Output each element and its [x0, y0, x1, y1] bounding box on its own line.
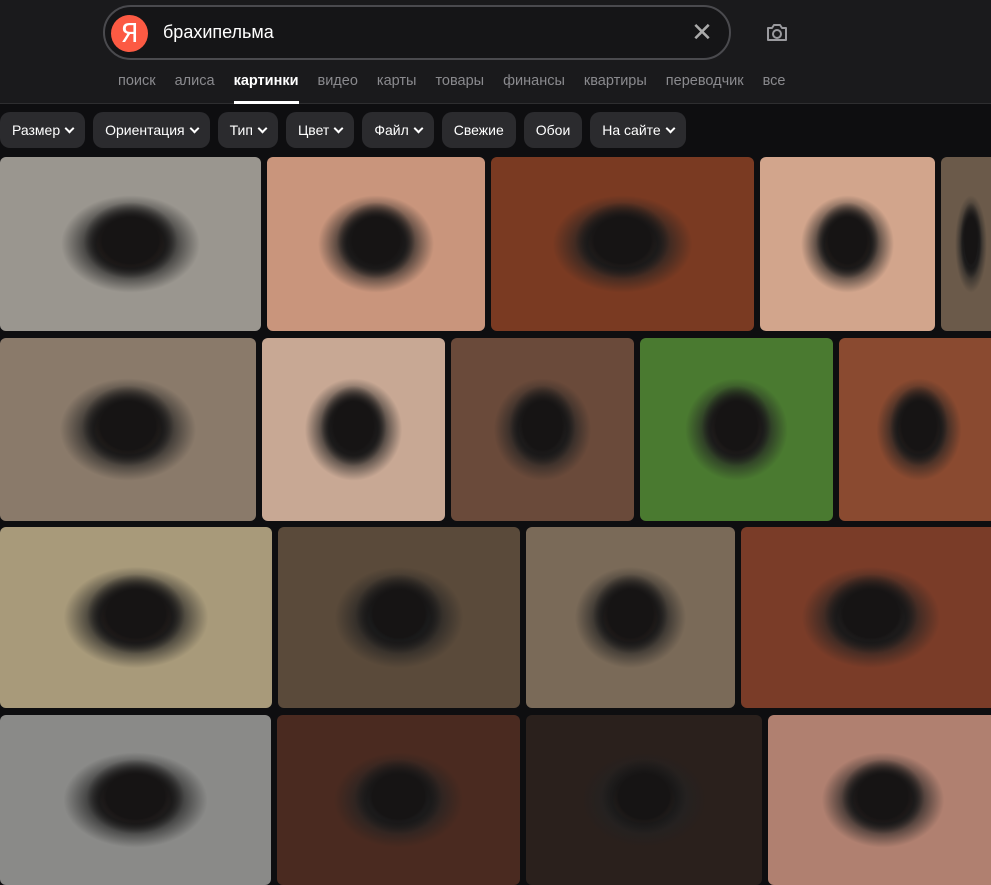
search-input[interactable]: брахипельма	[163, 22, 274, 43]
image-result[interactable]	[0, 527, 272, 708]
tab-5[interactable]: товары	[435, 73, 484, 89]
filter-label: Тип	[229, 122, 253, 138]
image-result[interactable]	[760, 157, 935, 331]
image-result[interactable]	[640, 338, 833, 521]
close-icon[interactable]: ✕	[689, 19, 715, 45]
filter-label: Цвет	[297, 122, 330, 138]
image-result[interactable]	[941, 157, 991, 331]
filter-chip[interactable]: Свежие	[441, 112, 516, 148]
tab-7[interactable]: квартиры	[584, 73, 647, 89]
filter-label: Обои	[535, 122, 571, 138]
tab-1[interactable]: алиса	[175, 73, 215, 89]
filter-chip[interactable]: Файл	[362, 112, 434, 148]
filter-label: Файл	[374, 122, 409, 138]
tab-8[interactable]: переводчик	[666, 73, 744, 89]
chevron-down-icon	[257, 123, 268, 133]
camera-icon[interactable]	[762, 18, 792, 48]
filter-bar: Размер Ориентация Тип Цвет Файл Свежие Обои На …	[0, 112, 686, 148]
chevron-down-icon	[64, 123, 75, 133]
filter-chip[interactable]: Обои	[523, 112, 583, 148]
yandex-logo[interactable]: Я	[111, 15, 148, 52]
chevron-down-icon	[413, 123, 424, 133]
filter-chip[interactable]: Тип	[217, 112, 278, 148]
image-result[interactable]	[526, 527, 735, 708]
image-result[interactable]	[768, 715, 991, 885]
header: Я брахипельма ✕ поиск алиса картинки видео к…	[0, 0, 991, 104]
tab-4[interactable]: карты	[377, 73, 417, 89]
tab-0[interactable]: поиск	[118, 73, 156, 89]
chevron-down-icon	[665, 123, 676, 133]
search-bar[interactable]: Я брахипельма ✕	[103, 5, 731, 60]
filter-label: Свежие	[453, 122, 504, 138]
filter-chip[interactable]: Цвет	[285, 112, 355, 148]
filter-chip[interactable]: Ориентация	[93, 112, 210, 148]
chevron-down-icon	[333, 123, 344, 133]
image-result[interactable]	[451, 338, 634, 521]
filter-chip[interactable]: На сайте	[590, 112, 686, 148]
image-result[interactable]	[0, 715, 271, 885]
filter-chip[interactable]: Размер	[0, 112, 86, 148]
tab-2[interactable]: картинки	[233, 73, 299, 104]
image-result[interactable]	[526, 715, 762, 885]
tab-3[interactable]: видео	[318, 73, 358, 89]
image-result[interactable]	[839, 338, 991, 521]
service-tabs: поиск алиса картинки видео карты товары финанс…	[118, 73, 786, 104]
image-result[interactable]	[0, 157, 261, 331]
filter-label: На сайте	[602, 122, 661, 138]
tab-9[interactable]: все	[763, 73, 786, 89]
image-result[interactable]	[0, 338, 256, 521]
image-result[interactable]	[741, 527, 991, 708]
image-result[interactable]	[278, 527, 520, 708]
image-result[interactable]	[262, 338, 445, 521]
filter-label: Ориентация	[105, 122, 185, 138]
filter-label: Размер	[12, 122, 61, 138]
image-result[interactable]	[277, 715, 520, 885]
tab-6[interactable]: финансы	[503, 73, 565, 89]
image-result[interactable]	[267, 157, 485, 331]
chevron-down-icon	[189, 123, 200, 133]
image-result[interactable]	[491, 157, 754, 331]
